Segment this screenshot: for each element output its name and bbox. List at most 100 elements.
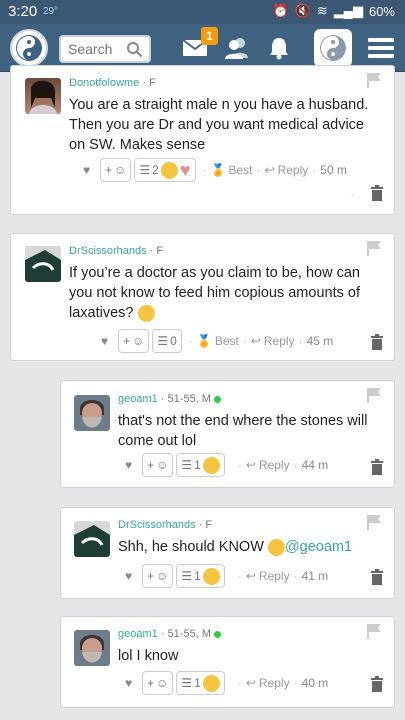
heart-icon[interactable]: ♥ bbox=[125, 676, 132, 690]
list-icon: ☰ bbox=[157, 334, 169, 348]
author-meta: · F bbox=[142, 77, 156, 89]
status-time: 3:20 bbox=[8, 3, 38, 20]
list-icon: ☰ bbox=[181, 458, 193, 472]
add-reaction-button[interactable]: + ☺ bbox=[142, 671, 174, 695]
heart-emoji-icon: ♥ bbox=[179, 159, 191, 180]
search-input[interactable] bbox=[68, 41, 128, 57]
friends-button[interactable] bbox=[222, 34, 252, 62]
face-emoji-icon bbox=[202, 674, 220, 692]
avatar-image bbox=[25, 246, 61, 282]
comment-text: If you’re a doctor as you claim to be, h… bbox=[69, 265, 360, 322]
flag-icon[interactable] bbox=[366, 387, 382, 403]
author-name[interactable]: DrScissorhands bbox=[118, 519, 196, 531]
smiley-icon: ☺ bbox=[156, 458, 169, 472]
reply-icon: ↩ bbox=[245, 569, 256, 583]
search-icon[interactable] bbox=[126, 41, 143, 58]
smiley-icon: ☺ bbox=[156, 676, 169, 690]
home-logo-button[interactable] bbox=[10, 29, 48, 67]
notifications-button[interactable] bbox=[264, 34, 294, 62]
reply-button[interactable]: ↩ Reply bbox=[246, 676, 290, 690]
flag-icon[interactable] bbox=[366, 240, 382, 256]
add-reaction-button[interactable]: + ☺ bbox=[142, 564, 174, 588]
reactions-button[interactable]: ☰ 1 bbox=[176, 564, 225, 588]
author-name[interactable]: Donotfolowme bbox=[69, 77, 139, 89]
flag-icon[interactable] bbox=[366, 623, 382, 639]
author-meta: · 51-55, M bbox=[160, 393, 211, 405]
mail-badge: 1 bbox=[201, 27, 218, 45]
profile-button[interactable] bbox=[314, 29, 352, 67]
profile-logo-icon bbox=[320, 35, 346, 61]
hamburger-menu-icon bbox=[368, 38, 394, 58]
reactions-button[interactable]: ☰ 1 bbox=[176, 671, 225, 695]
author-name[interactable]: DrScissorhands bbox=[69, 245, 147, 257]
best-button[interactable]: 🏅 Best bbox=[211, 163, 253, 177]
comment-author[interactable]: geoam1 · 51-55, M bbox=[118, 628, 221, 640]
award-icon: 🏅 bbox=[196, 334, 212, 348]
avatar[interactable] bbox=[74, 395, 110, 431]
flag-icon[interactable] bbox=[366, 514, 382, 530]
add-reaction-button[interactable]: + ☺ bbox=[100, 158, 132, 182]
author-name[interactable]: geoam1 bbox=[118, 393, 158, 405]
avatar[interactable] bbox=[74, 630, 110, 666]
avatar-image bbox=[74, 630, 110, 666]
face-emoji-icon bbox=[202, 567, 220, 585]
trash-icon[interactable] bbox=[370, 185, 384, 201]
list-icon: ☰ bbox=[139, 163, 151, 177]
status-icons: ⏰ 🔇 ≋ ▂▄▆ 60% bbox=[272, 3, 395, 19]
comment-author[interactable]: Donotfolowme · F bbox=[69, 77, 156, 89]
trash-icon[interactable] bbox=[370, 334, 384, 350]
comment-author[interactable]: geoam1 · 51-55, M bbox=[118, 393, 221, 405]
signal-icon: ▂▄▆ bbox=[333, 3, 363, 18]
comment-author[interactable]: DrScissorhands · F bbox=[69, 245, 163, 257]
comment-author[interactable]: DrScissorhands · F bbox=[118, 519, 212, 531]
reactions-button[interactable]: ☰ 1 bbox=[176, 453, 225, 477]
reply-icon: ↩ bbox=[245, 458, 256, 472]
reply-icon: ↩ bbox=[245, 676, 256, 690]
heart-icon[interactable]: ♥ bbox=[101, 334, 108, 348]
reply-card: geoam1 · 51-55, M that's not the end whe… bbox=[60, 380, 395, 488]
best-button[interactable]: 🏅 Best bbox=[197, 334, 239, 348]
reactions-button[interactable]: ☰ 2 ♥ bbox=[134, 158, 196, 182]
heart-icon[interactable]: ♥ bbox=[83, 163, 90, 177]
surprised-emoji-icon bbox=[137, 304, 155, 322]
reply-card: geoam1 · 51-55, M lol I know ♥ + ☺ ☰ 1 · ↩… bbox=[60, 616, 395, 708]
reply-button[interactable]: ↩ Reply bbox=[265, 163, 309, 177]
trash-icon[interactable] bbox=[370, 459, 384, 475]
smiley-icon: ☺ bbox=[132, 334, 145, 348]
add-reaction-button[interactable]: + ☺ bbox=[118, 329, 150, 353]
heart-icon[interactable]: ♥ bbox=[125, 458, 132, 472]
avatar[interactable] bbox=[74, 521, 110, 557]
comment-time: 45 m bbox=[306, 334, 334, 348]
heart-icon[interactable]: ♥ bbox=[125, 569, 132, 583]
face-emoji-icon bbox=[202, 456, 220, 474]
battery-percent: 60% bbox=[368, 3, 395, 19]
flag-icon[interactable] bbox=[366, 72, 382, 88]
trash-icon[interactable] bbox=[370, 676, 384, 692]
avatar[interactable] bbox=[25, 246, 61, 282]
alarm-icon: ⏰ bbox=[272, 3, 289, 18]
list-icon: ☰ bbox=[181, 569, 193, 583]
reply-button[interactable]: ↩ Reply bbox=[251, 334, 295, 348]
face-emoji-icon bbox=[160, 161, 178, 179]
reactions-button[interactable]: ☰ 0 bbox=[152, 329, 182, 353]
search-box[interactable] bbox=[59, 35, 151, 63]
menu-button[interactable] bbox=[366, 34, 396, 62]
avatar[interactable] bbox=[25, 78, 61, 114]
comment-time: 44 m bbox=[301, 458, 329, 472]
comment-text: lol I know bbox=[118, 648, 179, 664]
comment-actions: ♥ + ☺ ☰ 1 · ↩ Reply · 41 m bbox=[125, 564, 328, 588]
comment-time: 40 m bbox=[301, 676, 329, 690]
comment-text: that's not the end where the stones will… bbox=[118, 413, 368, 449]
online-indicator bbox=[213, 630, 221, 638]
status-bar: 3:20 29° ⏰ 🔇 ≋ ▂▄▆ 60% bbox=[0, 0, 405, 24]
add-reaction-button[interactable]: + ☺ bbox=[142, 453, 174, 477]
reply-button[interactable]: ↩ Reply bbox=[246, 458, 290, 472]
trash-icon[interactable] bbox=[370, 569, 384, 585]
smiley-icon: ☺ bbox=[114, 163, 127, 177]
reply-button[interactable]: ↩ Reply bbox=[246, 569, 290, 583]
award-icon: 🏅 bbox=[210, 163, 226, 177]
mention-link[interactable]: @geoam1 bbox=[285, 539, 352, 555]
reply-icon: ↩ bbox=[250, 334, 261, 348]
author-name[interactable]: geoam1 bbox=[118, 628, 158, 640]
comment-card: Donotfolowme · F You are a straight male… bbox=[10, 65, 395, 215]
